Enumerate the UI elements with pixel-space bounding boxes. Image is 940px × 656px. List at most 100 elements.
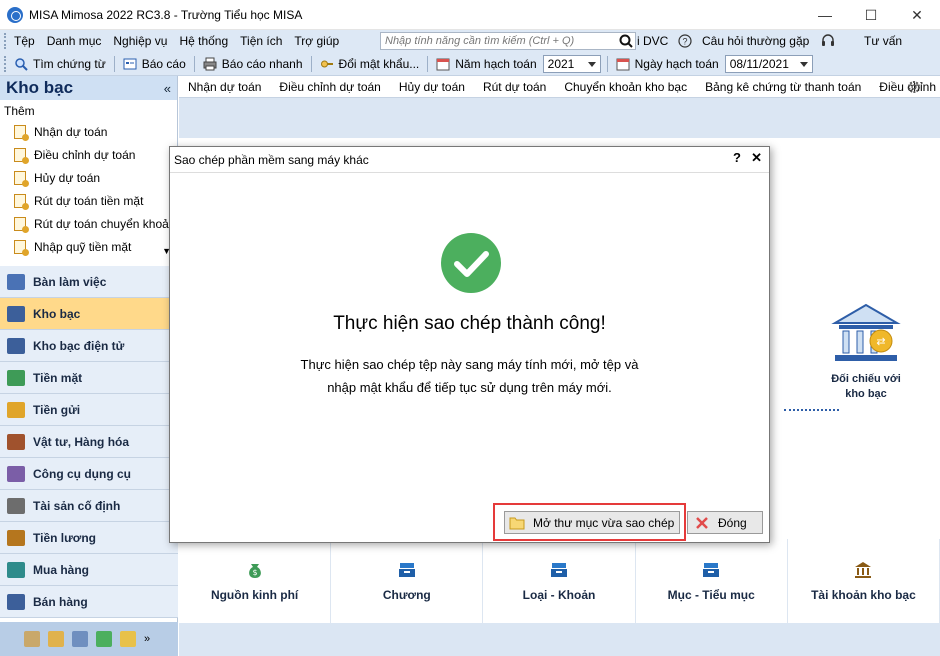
reconcile-treasury-node[interactable]: ⇄ Đối chiếu với kho bạc bbox=[821, 303, 911, 402]
bank-building-icon: ⇄ bbox=[831, 303, 901, 361]
nav-purchasing[interactable]: Mua hàng bbox=[0, 554, 178, 586]
sidebar-link-label: Rút dự toán chuyển khoản bbox=[34, 216, 176, 231]
dialog-message-line: nhập mật khẩu để tiếp tục sử dụng trên m… bbox=[327, 380, 612, 395]
report-button[interactable]: Báo cáo bbox=[117, 57, 192, 71]
feature-search-input[interactable]: Nhập tính năng cần tìm kiếm (Ctrl + Q) bbox=[380, 32, 636, 50]
subtab-adjust-estimate[interactable]: Điều chỉnh dự toán bbox=[270, 80, 389, 94]
card-type-item[interactable]: Loại - Khoản bbox=[483, 539, 636, 623]
menu-utilities[interactable]: Tiện ích bbox=[234, 34, 288, 48]
chevron-down-icon bbox=[799, 61, 808, 67]
chevron-down-icon bbox=[587, 61, 596, 67]
sidebar-link-adjust-estimate[interactable]: Điều chỉnh dự toán bbox=[0, 143, 177, 166]
nav-tools[interactable]: Công cụ dụng cụ bbox=[0, 458, 178, 490]
card-chapter[interactable]: Chương bbox=[331, 539, 484, 623]
menu-operations[interactable]: Nghiệp vụ bbox=[107, 34, 173, 48]
sidebar-link-label: Nhập quỹ tiền mặt bbox=[34, 239, 132, 254]
box-icon bbox=[7, 433, 25, 450]
card-funding-source[interactable]: $ Nguồn kinh phí bbox=[179, 539, 332, 623]
shield-icon[interactable] bbox=[96, 631, 112, 647]
tray-icon bbox=[398, 563, 415, 577]
card-label: Loại - Khoản bbox=[522, 588, 596, 602]
card-label: Mục - Tiểu mục bbox=[667, 588, 755, 602]
nav-fixed-assets[interactable]: Tài sản cố định bbox=[0, 490, 178, 522]
printer-icon bbox=[203, 57, 217, 70]
nav-label: Tài sản cố định bbox=[33, 498, 121, 513]
posting-date-select[interactable]: 08/11/2021 bbox=[724, 54, 813, 73]
collapse-icon[interactable]: « bbox=[164, 81, 171, 96]
sidebar-add-label: Thêm bbox=[4, 104, 35, 118]
nav-payroll[interactable]: Tiền lương bbox=[0, 522, 178, 554]
subtab-receive-estimate[interactable]: Nhận dự toán bbox=[179, 80, 270, 94]
module-navigation: Bàn làm việc Kho bạc Kho bạc điện tử Tiề… bbox=[0, 266, 178, 618]
edit-icon[interactable] bbox=[72, 631, 88, 647]
menu-file[interactable]: Tệp bbox=[8, 34, 41, 48]
card-section-subsection[interactable]: Mục - Tiểu mục bbox=[636, 539, 788, 623]
subtab-payment-list[interactable]: Bảng kê chứng từ thanh toán bbox=[696, 80, 870, 94]
close-button-label: Đóng bbox=[718, 515, 747, 530]
dvc-link[interactable]: i DVC bbox=[637, 30, 668, 52]
sidebar-link-cancel-estimate[interactable]: Hủy dự toán bbox=[0, 166, 177, 189]
sidebar-link-cash-deposit[interactable]: Nhập quỹ tiền mặt bbox=[0, 235, 177, 258]
consult-link[interactable]: Tư vấn bbox=[820, 30, 902, 52]
menu-help[interactable]: Trợ giúp bbox=[288, 34, 345, 48]
nav-label: Tiền gửi bbox=[33, 402, 81, 417]
menu-system[interactable]: Hệ thống bbox=[173, 34, 234, 48]
nav-cash[interactable]: Tiền mặt bbox=[0, 362, 178, 394]
catalog-cards: $ Nguồn kinh phí Chương Loại - Khoản Mục… bbox=[179, 539, 940, 623]
sidebar-link-withdraw-transfer[interactable]: Rút dự toán chuyển khoản bbox=[0, 212, 177, 235]
sidebar-link-receive-estimate[interactable]: Nhận dự toán bbox=[0, 120, 177, 143]
nav-treasury[interactable]: Kho bạc bbox=[0, 298, 178, 330]
faq-link[interactable]: ? Câu hỏi thường gặp bbox=[678, 30, 809, 52]
card-treasury-account[interactable]: Tài khoản kho bạc bbox=[788, 539, 940, 623]
nav-label: Công cụ dụng cụ bbox=[33, 466, 131, 481]
card-label: Tài khoản kho bạc bbox=[811, 588, 916, 602]
sidebar-header: Kho bạc « bbox=[0, 76, 177, 100]
nav-label: Bán hàng bbox=[33, 594, 88, 609]
tray-icon bbox=[551, 563, 567, 577]
calculator-icon[interactable] bbox=[24, 631, 40, 647]
fiscal-year-value: 2021 bbox=[547, 56, 575, 71]
mail-icon[interactable] bbox=[120, 631, 136, 647]
open-copied-folder-button[interactable]: Mở thư mục vừa sao chép bbox=[504, 511, 680, 534]
menu-bar: Tệp Danh mục Nghiệp vụ Hệ thống Tiện ích… bbox=[0, 30, 940, 52]
subtab-withdraw-estimate[interactable]: Rút dự toán bbox=[474, 80, 555, 94]
subtab-treasury-transfer[interactable]: Chuyển khoản kho bạc bbox=[555, 80, 696, 94]
nav-sales[interactable]: Bán hàng bbox=[0, 586, 178, 618]
change-password-button[interactable]: Đổi mật khẩu... bbox=[314, 57, 426, 71]
close-window-button[interactable]: ✕ bbox=[894, 0, 940, 30]
maximize-button[interactable]: ☐ bbox=[848, 0, 894, 30]
minimize-button[interactable]: — bbox=[802, 0, 848, 30]
card-label: Chương bbox=[382, 588, 431, 602]
quick-report-button[interactable]: Báo cáo nhanh bbox=[197, 57, 309, 71]
nav-e-treasury[interactable]: Kho bạc điện tử bbox=[0, 330, 178, 362]
sidebar-link-withdraw-cash[interactable]: Rút dự toán tiền mặt bbox=[0, 189, 177, 212]
sidebar-quick-bar: » bbox=[0, 622, 178, 656]
more-icon[interactable]: » bbox=[144, 633, 150, 645]
wallet-icon bbox=[7, 529, 25, 546]
nav-materials[interactable]: Vật tư, Hàng hóa bbox=[0, 426, 178, 458]
nav-deposit[interactable]: Tiền gửi bbox=[0, 394, 178, 426]
find-voucher-button[interactable]: Tìm chứng từ bbox=[8, 57, 112, 71]
invoice-icon[interactable] bbox=[48, 631, 64, 647]
consult-label: Tư vấn bbox=[864, 34, 903, 48]
sidebar-link-label: Rút dự toán tiền mặt bbox=[34, 193, 144, 208]
sales-icon bbox=[7, 593, 25, 610]
open-folder-label: Mở thư mục vừa sao chép bbox=[533, 515, 675, 530]
subtab-cancel-estimate[interactable]: Hủy dự toán bbox=[390, 80, 474, 94]
card-label: Nguồn kinh phí bbox=[210, 588, 299, 602]
search-icon[interactable] bbox=[619, 34, 633, 48]
dialog-close-icon[interactable]: ✕ bbox=[751, 150, 762, 166]
gear-icon[interactable] bbox=[906, 79, 922, 95]
fiscal-year-select[interactable]: 2021 bbox=[542, 54, 601, 73]
dialog-title: Sao chép phần mềm sang máy khác bbox=[174, 153, 369, 167]
find-voucher-label: Tìm chứng từ bbox=[33, 56, 106, 71]
toolbar-separator bbox=[606, 55, 608, 72]
close-dialog-button[interactable]: Đóng bbox=[687, 511, 763, 534]
key-icon bbox=[320, 60, 333, 67]
app-logo-icon bbox=[7, 6, 23, 23]
nav-desk[interactable]: Bàn làm việc bbox=[0, 266, 178, 298]
document-icon bbox=[14, 239, 29, 256]
help-icon[interactable]: ? bbox=[733, 150, 741, 165]
menu-catalog[interactable]: Danh mục bbox=[41, 34, 108, 48]
toolbar: Tìm chứng từ Báo cáo Báo cáo nhanh Đổi m… bbox=[0, 52, 940, 76]
